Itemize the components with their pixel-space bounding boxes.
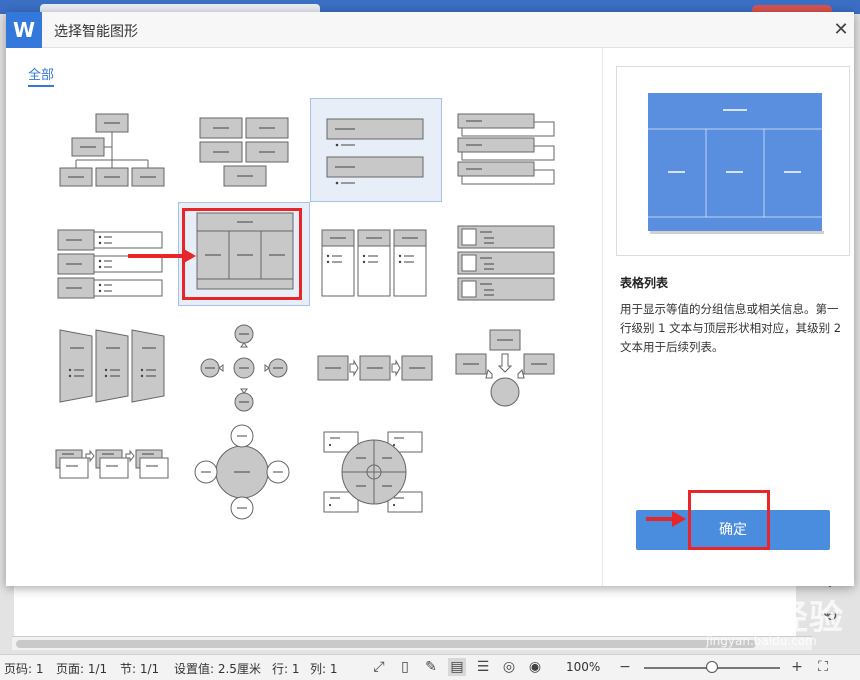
dialog-title: 选择智能图形 (54, 24, 138, 40)
smartart-stacked-list[interactable] (446, 100, 578, 204)
section-indicator: 节: 1/1 (120, 662, 160, 676)
fit-window-icon[interactable]: ⛶ (814, 658, 832, 676)
preview-pane (616, 66, 850, 256)
smartart-column-list[interactable] (310, 214, 442, 318)
watermark-logo: Baidu经验 (660, 598, 845, 638)
page-view-icon[interactable]: ▤ (448, 658, 466, 676)
preview-title: 表格列表 (620, 276, 669, 290)
wps-logo-icon: W (6, 12, 42, 48)
zoom-in-icon[interactable]: + (788, 658, 806, 676)
smartart-radial-cluster[interactable] (176, 418, 308, 522)
dialog-titlebar: W 选择智能图形 ✕ (6, 12, 854, 48)
smartart-radial-arrows[interactable] (176, 316, 308, 420)
smartart-dialog: W 选择智能图形 ✕ 全部 表格列表 用于显示等值的分组信息或相关信息。第一行级… (6, 12, 854, 586)
preview-description: 用于显示等值的分组信息或相关信息。第一行级别 1 文本与顶层形状相对应，其级别 … (620, 302, 842, 354)
outline-view-icon[interactable]: ☰ (474, 658, 492, 676)
ok-pointer-arrow (646, 511, 686, 527)
page-number: 页码: 1 (4, 662, 44, 676)
row-indicator: 行: 1 (272, 662, 300, 676)
read-mode-icon[interactable]: ▯ (396, 658, 414, 676)
zoom-slider-knob[interactable] (706, 661, 718, 673)
column-indicator: 列: 1 (310, 662, 338, 676)
smartart-horizontal-bullet-list[interactable] (40, 214, 172, 318)
page-count[interactable]: 页面: 1/1 (56, 660, 107, 677)
ok-button-highlight (688, 490, 770, 550)
panel-divider (602, 48, 603, 586)
pen-icon[interactable]: ✎ (422, 658, 440, 676)
status-bar: 页码: 1 页面: 1/1 节: 1/1 设置值: 2.5厘米 行: 1 列: … (0, 654, 860, 680)
fullscreen-icon[interactable]: ⤢ (370, 658, 388, 676)
pointer-arrow (128, 248, 196, 264)
smartart-hierarchy[interactable] (40, 100, 172, 204)
zoom-out-icon[interactable]: − (616, 658, 634, 676)
preview-table-list (648, 93, 824, 234)
smartart-trapezoid-list[interactable] (40, 316, 172, 420)
smartart-cycle-matrix[interactable] (310, 418, 442, 522)
close-icon[interactable]: ✕ (830, 19, 852, 41)
smartart-gallery (12, 48, 602, 586)
smartart-staggered-process[interactable] (40, 418, 172, 522)
smartart-picture-list[interactable] (446, 214, 578, 318)
zoom-level[interactable]: 100% (566, 660, 600, 674)
smartart-converging[interactable] (446, 316, 578, 420)
smartart-block-grid[interactable] (176, 100, 308, 204)
watermark-url: jingyan.baidu.com (706, 634, 817, 648)
eye-protection-icon[interactable]: ◉ (526, 658, 544, 676)
smartart-vertical-list[interactable] (310, 98, 442, 202)
selection-highlight (182, 208, 302, 300)
web-view-icon[interactable]: ◎ (500, 658, 518, 676)
scrollbar-thumb[interactable] (16, 640, 756, 648)
smartart-process[interactable] (310, 316, 442, 420)
setting-value: 设置值: 2.5厘米 (174, 662, 261, 676)
